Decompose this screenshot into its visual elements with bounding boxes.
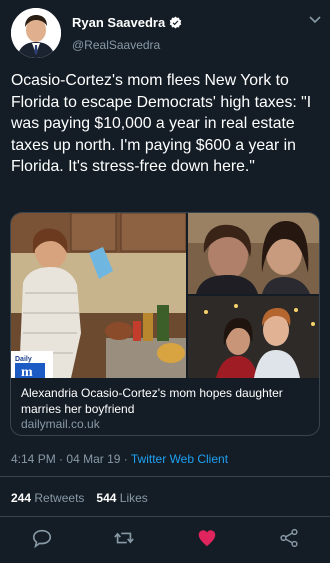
couple-photo — [188, 296, 319, 378]
tweet-text: Ocasio-Cortez's mom flees New York to Fl… — [11, 72, 312, 175]
tweet-date: 04 Mar 19 — [66, 452, 121, 466]
likes-stat[interactable]: 544 Likes — [96, 491, 147, 505]
tweet-time: 4:14 PM — [11, 452, 56, 466]
kitchen-photo: Daily m — [11, 213, 186, 378]
reply-icon[interactable] — [31, 527, 53, 549]
share-icon[interactable] — [278, 527, 300, 549]
chevron-down-icon[interactable] — [308, 14, 322, 26]
divider — [0, 516, 330, 517]
author-handle[interactable]: @RealSaavedra — [72, 38, 160, 52]
meta-separator: · — [123, 452, 128, 466]
tweet-actions — [0, 527, 330, 553]
retweet-icon[interactable] — [113, 527, 135, 549]
card-domain: dailymail.co.uk — [21, 417, 100, 431]
avatar[interactable] — [11, 8, 61, 58]
retweets-label: Retweets — [34, 491, 85, 505]
tweet-client-link[interactable]: Twitter Web Client — [131, 452, 228, 466]
meta-separator: · — [59, 452, 64, 466]
selfie-photo — [188, 213, 319, 294]
svg-text:Daily: Daily — [15, 356, 32, 363]
card-title: Alexandria Ocasio-Cortez's mom hopes dau… — [21, 386, 283, 416]
tweet-header: Ryan Saavedra @RealSaavedra — [0, 0, 330, 62]
verified-badge-icon — [169, 16, 182, 29]
tweet-stats: 244 Retweets 544 Likes — [11, 491, 148, 505]
likes-label: Likes — [119, 491, 148, 505]
retweets-stat[interactable]: 244 Retweets — [11, 491, 84, 505]
avatar-image — [11, 8, 61, 58]
link-card[interactable]: Daily m Alexandria Ocasio-Cortez's mom h… — [10, 212, 320, 436]
likes-count: 544 — [96, 491, 117, 505]
tweet-meta: 4:14 PM · 04 Mar 19 · Twitter Web Client — [11, 452, 228, 466]
divider — [0, 476, 330, 477]
card-image-collage: Daily m — [11, 213, 319, 378]
svg-text:m: m — [21, 365, 33, 378]
retweets-count: 244 — [11, 491, 32, 505]
heart-icon[interactable] — [196, 527, 218, 549]
display-name[interactable]: Ryan Saavedra — [72, 15, 182, 30]
author-name[interactable]: Ryan Saavedra — [72, 15, 165, 30]
